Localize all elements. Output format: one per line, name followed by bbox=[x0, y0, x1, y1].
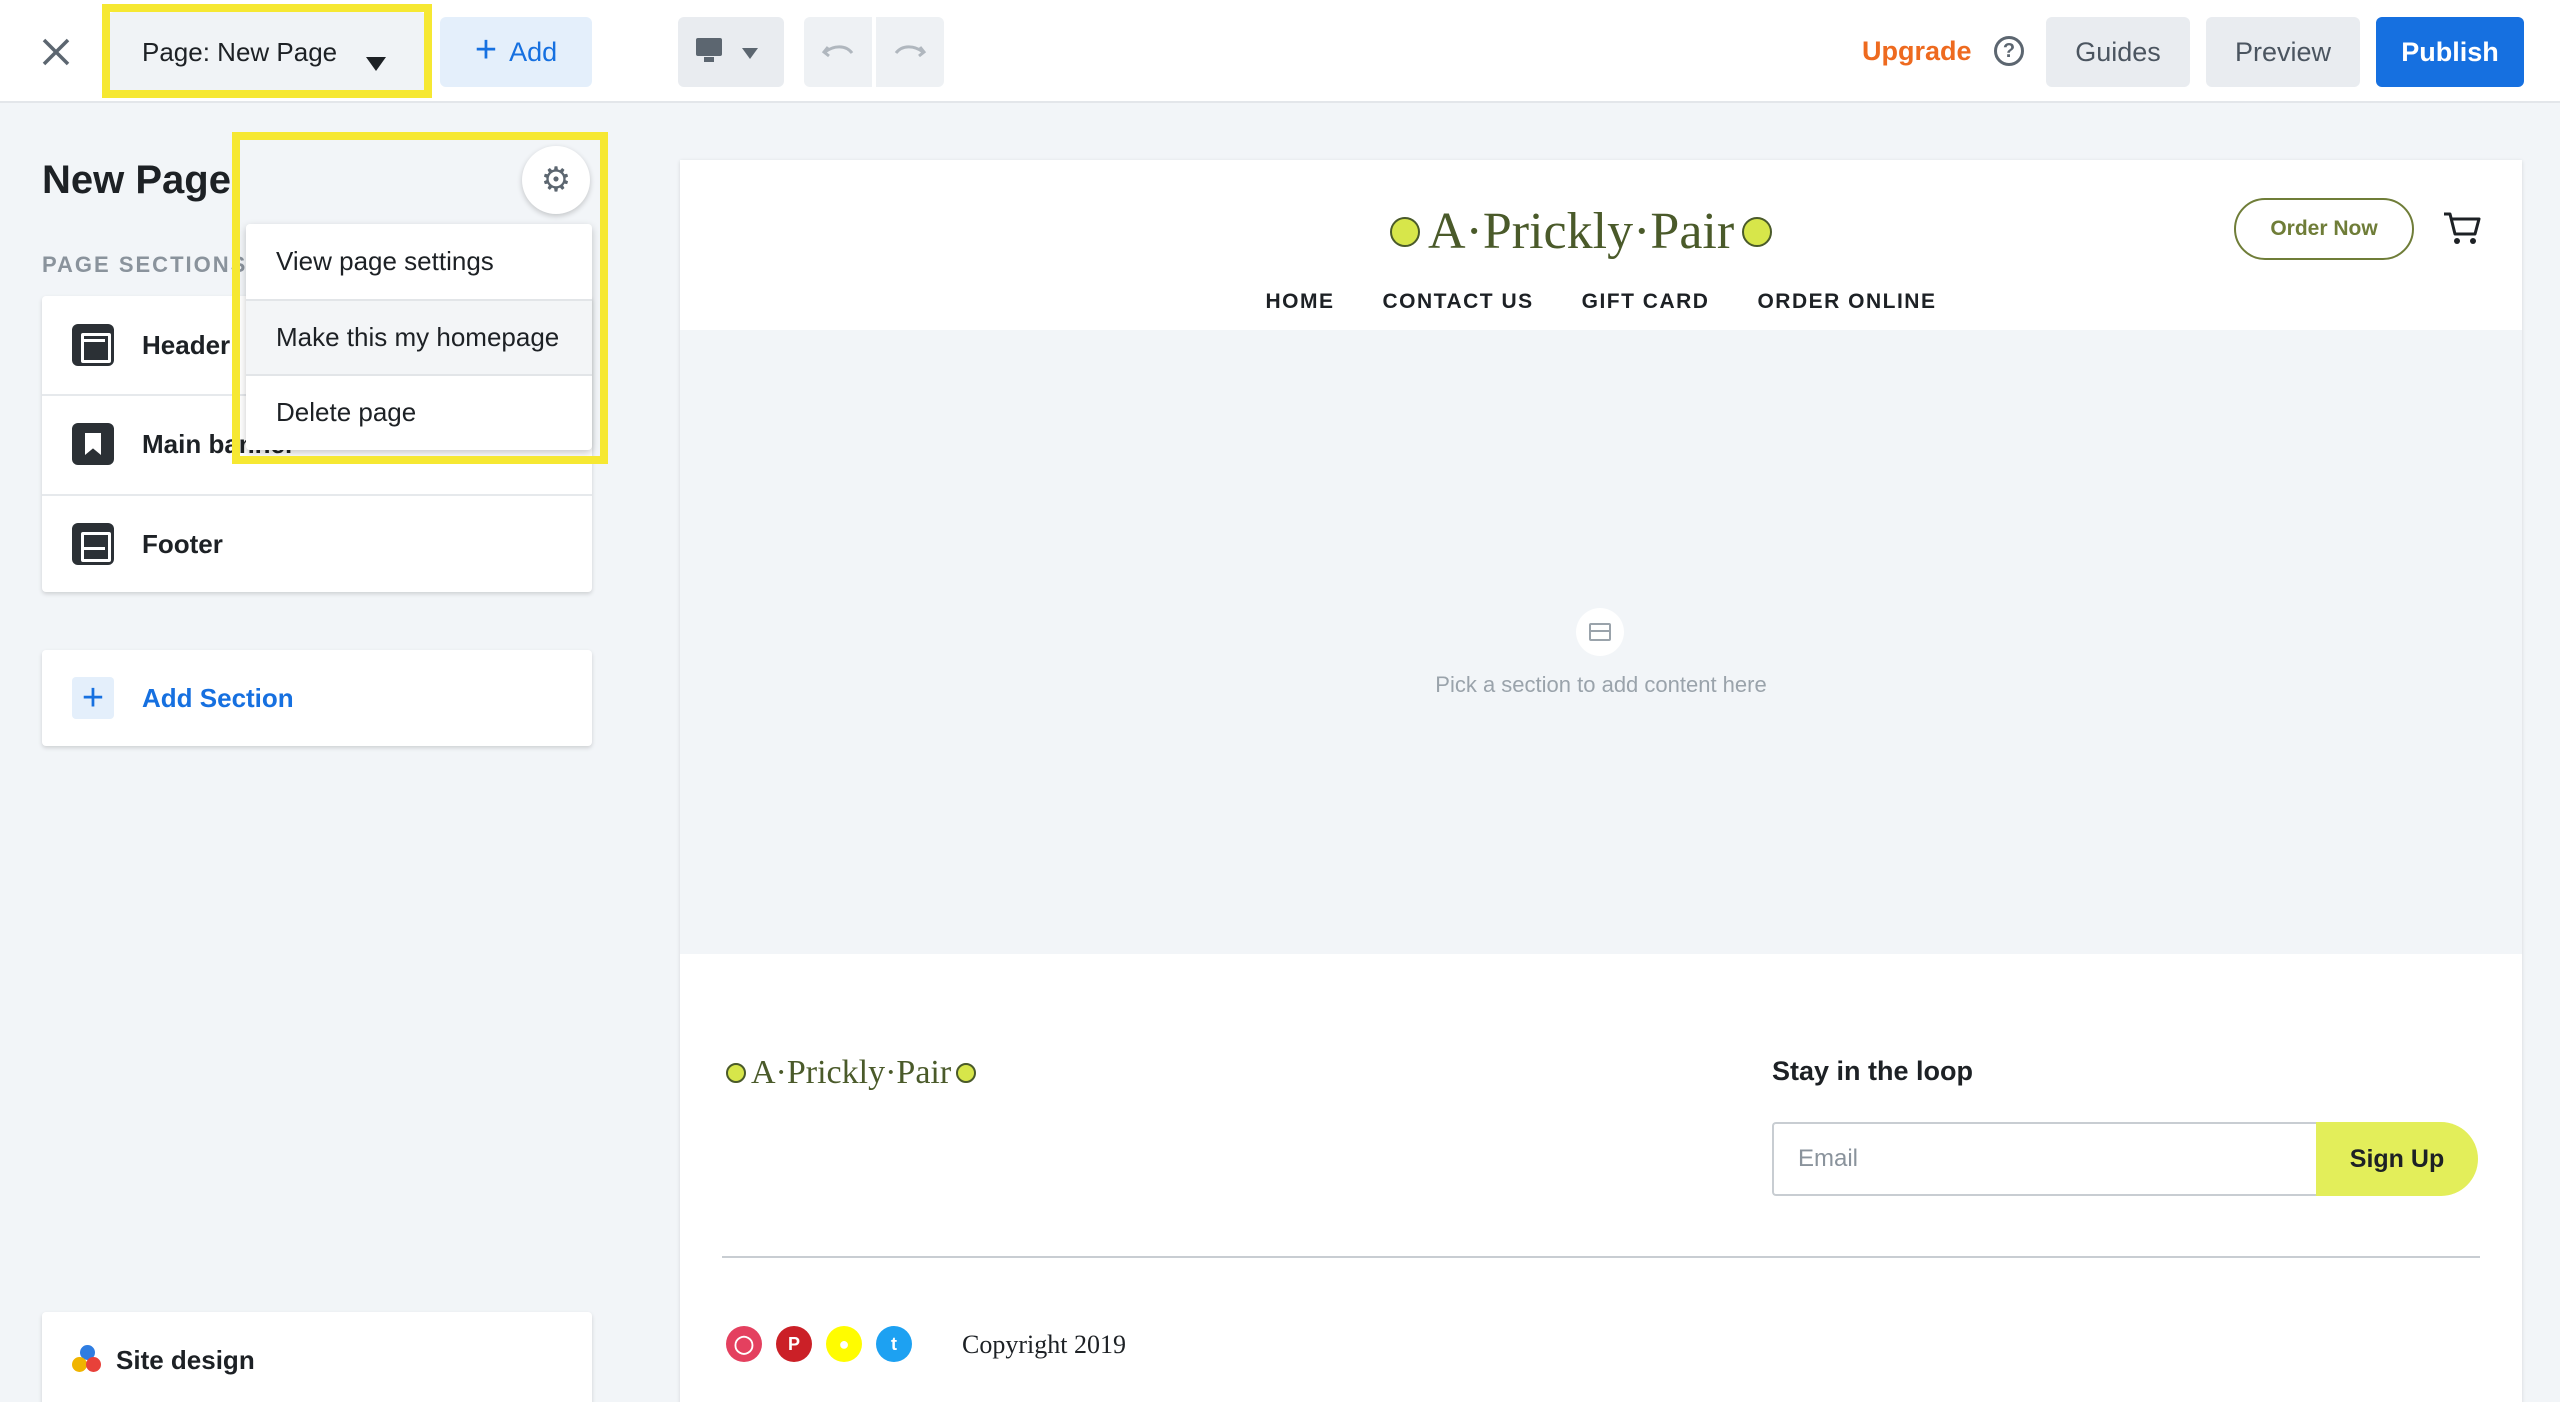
redo-button[interactable] bbox=[876, 17, 944, 87]
site-design-label: Site design bbox=[116, 1344, 255, 1375]
site-preview-canvas: A·Prickly·Pair Order Now HOME CONTACT US… bbox=[680, 160, 2522, 1402]
publish-button[interactable]: Publish bbox=[2376, 17, 2524, 87]
gear-icon: ⚙ bbox=[540, 161, 572, 199]
add-section-label: Add Section bbox=[142, 682, 294, 713]
preview-button[interactable]: Preview bbox=[2206, 17, 2360, 87]
menu-item-view-page-settings[interactable]: View page settings bbox=[246, 224, 592, 299]
flower-icon bbox=[956, 1063, 977, 1083]
palette-icon bbox=[72, 1345, 102, 1375]
add-section-button[interactable]: + Add Section bbox=[42, 650, 592, 746]
order-now-button[interactable]: Order Now bbox=[2234, 198, 2414, 260]
desktop-monitor-icon bbox=[696, 38, 722, 62]
footer-logo-text: A·Prickly·Pair bbox=[751, 1054, 952, 1091]
menu-item-delete-page[interactable]: Delete page bbox=[246, 374, 592, 449]
nav-link-gift-card[interactable]: GIFT CARD bbox=[1582, 290, 1710, 314]
site-design-button[interactable]: Site design bbox=[42, 1312, 592, 1402]
upgrade-link[interactable]: Upgrade bbox=[1862, 36, 1972, 67]
banner-section-icon bbox=[72, 423, 114, 465]
pinterest-icon[interactable]: P bbox=[776, 1326, 812, 1362]
undo-icon bbox=[821, 45, 854, 58]
site-navigation: HOME CONTACT US GIFT CARD ORDER ONLINE bbox=[680, 290, 2522, 314]
flower-icon bbox=[1742, 216, 1773, 247]
footer-logo: A·Prickly·Pair bbox=[726, 1054, 977, 1092]
footer-divider bbox=[722, 1256, 2480, 1258]
nav-link-order-online[interactable]: ORDER ONLINE bbox=[1757, 290, 1936, 314]
page-sections-heading: PAGE SECTIONS bbox=[42, 252, 248, 277]
nav-link-home[interactable]: HOME bbox=[1266, 290, 1335, 314]
editor-toolbar: Page: New Page + Add Upgrade ? Guides Pr… bbox=[0, 0, 2560, 103]
plus-icon: + bbox=[72, 677, 114, 719]
page-title: New Page bbox=[42, 158, 231, 202]
close-icon[interactable] bbox=[36, 32, 76, 72]
caret-down-icon bbox=[742, 48, 758, 59]
copyright-text: Copyright 2019 bbox=[962, 1330, 1126, 1359]
header-section-icon bbox=[72, 324, 114, 366]
guides-button[interactable]: Guides bbox=[2046, 17, 2190, 87]
shopping-cart-icon[interactable] bbox=[2442, 210, 2482, 246]
page-settings-gear-button[interactable]: ⚙ bbox=[522, 146, 590, 214]
add-button-label: Add bbox=[509, 36, 558, 67]
menu-item-make-homepage[interactable]: Make this my homepage bbox=[246, 299, 592, 374]
newsletter-heading: Stay in the loop bbox=[1772, 1056, 1974, 1086]
undo-button[interactable] bbox=[804, 17, 872, 87]
instagram-icon[interactable]: ◯ bbox=[726, 1326, 762, 1362]
page-options-menu: View page settings Make this my homepage… bbox=[246, 224, 592, 450]
snapchat-icon[interactable]: ● bbox=[826, 1326, 862, 1362]
section-item-label: Header bbox=[142, 329, 231, 360]
empty-section-hint: Pick a section to add content here bbox=[1435, 672, 1767, 697]
page-selector-dropdown[interactable]: Page: New Page bbox=[108, 12, 426, 92]
twitter-icon[interactable]: t bbox=[876, 1326, 912, 1362]
section-placeholder-icon bbox=[1576, 608, 1624, 656]
add-button[interactable]: + Add bbox=[440, 17, 592, 87]
logo-text: A·Prickly·Pair bbox=[1428, 203, 1735, 260]
empty-main-banner-section[interactable] bbox=[680, 330, 2522, 954]
sign-up-button[interactable]: Sign Up bbox=[2316, 1122, 2478, 1196]
flower-icon bbox=[1390, 216, 1420, 247]
device-preview-selector[interactable] bbox=[678, 17, 784, 87]
section-item-label: Footer bbox=[142, 528, 223, 559]
section-item-footer[interactable]: Footer bbox=[42, 494, 592, 592]
nav-link-contact-us[interactable]: CONTACT US bbox=[1383, 290, 1534, 314]
plus-icon: + bbox=[474, 29, 498, 71]
site-logo[interactable]: A·Prickly·Pair bbox=[1390, 202, 1773, 261]
caret-down-icon bbox=[366, 57, 386, 71]
footer-section-icon bbox=[72, 523, 114, 565]
redo-icon bbox=[894, 45, 927, 58]
flower-icon bbox=[726, 1063, 746, 1083]
page-selector-label: Page: New Page bbox=[142, 36, 338, 67]
email-field[interactable]: Email bbox=[1772, 1122, 2320, 1196]
help-icon[interactable]: ? bbox=[1994, 36, 2024, 66]
